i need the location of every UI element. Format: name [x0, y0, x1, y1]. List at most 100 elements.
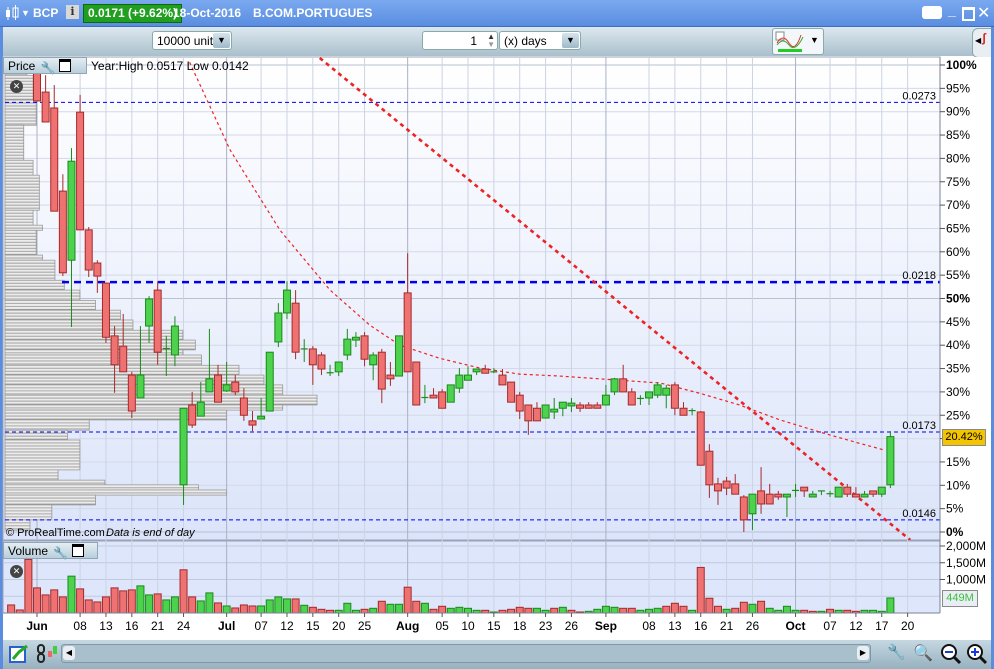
volume-profile-bar — [4, 165, 34, 170]
y-axis-label: 30% — [946, 385, 970, 399]
candle-body — [308, 348, 317, 366]
candle-body — [722, 480, 731, 489]
price-level-label: 0.0173 — [902, 420, 936, 432]
candle-body — [481, 368, 490, 374]
volume-bar — [67, 575, 76, 613]
volume-profile-bar — [4, 319, 134, 324]
candle-body — [550, 408, 559, 413]
zoom-fit-icon[interactable]: 🔍 — [913, 643, 935, 665]
y-axis-label: 75% — [946, 175, 970, 189]
volume-bar — [291, 598, 300, 613]
window-icon[interactable] — [59, 59, 72, 72]
volume-bar — [282, 598, 291, 613]
x-axis-label: 16 — [125, 619, 139, 633]
volume-bar — [179, 569, 188, 613]
window-icon[interactable] — [71, 544, 84, 557]
candle-body — [558, 401, 567, 409]
candle-body — [877, 486, 886, 495]
candle-body — [101, 282, 110, 338]
x-axis-label: 18 — [513, 619, 527, 633]
candle-body — [93, 262, 102, 277]
volume-bar — [679, 605, 688, 613]
x-axis-label: 08 — [73, 619, 87, 633]
candle-body — [851, 493, 860, 498]
candle-body — [317, 354, 326, 370]
candle-body — [843, 486, 852, 495]
volume-profile-bar — [4, 322, 134, 327]
candle-body — [67, 160, 76, 261]
volume-bar — [455, 606, 464, 613]
volume-profile-bar — [4, 189, 40, 194]
candle-body — [76, 111, 85, 231]
volume-axis-label: 1,500M — [946, 556, 986, 570]
x-axis-label: 05 — [435, 619, 449, 633]
candle-body — [515, 394, 524, 412]
volume-bar — [188, 596, 197, 613]
horizontal-scrollbar[interactable]: ◀ ▶ — [61, 644, 871, 663]
scroll-right-button[interactable]: ▶ — [857, 646, 869, 660]
x-axis-label: 26 — [565, 619, 579, 633]
close-icon[interactable]: ✕ — [10, 80, 23, 93]
candle-body — [524, 404, 533, 422]
volume-profile-bar — [4, 95, 34, 100]
volume-bar — [515, 606, 524, 613]
volume-profile-bar — [4, 198, 40, 203]
chart-arrow-icon[interactable] — [9, 643, 31, 665]
volume-profile-bar — [4, 422, 90, 427]
volume-profile-bar — [4, 504, 53, 509]
x-axis-label: 12 — [849, 619, 863, 633]
candle-body — [532, 407, 541, 422]
candle-body — [257, 415, 266, 420]
volume-profile-bar — [4, 224, 43, 229]
volume-bar — [403, 586, 412, 613]
link-icon[interactable] — [36, 643, 58, 665]
candle-body — [188, 404, 197, 426]
price-level-label: 0.0273 — [902, 90, 936, 102]
scroll-left-button[interactable]: ◀ — [63, 646, 75, 660]
volume-profile-bar — [4, 133, 25, 138]
zoom-out-icon[interactable] — [940, 643, 962, 665]
volume-bar — [886, 597, 895, 613]
volume-profile-bar — [4, 325, 134, 330]
y-axis-label: 70% — [946, 198, 970, 212]
volume-bar — [110, 587, 119, 613]
chart-settings-icon[interactable]: 🔧 — [887, 643, 909, 665]
candle-body — [153, 289, 162, 353]
candle-body — [670, 384, 679, 409]
volume-bar — [308, 606, 317, 613]
x-axis-label: 08 — [642, 619, 656, 633]
y-axis-label: 10% — [946, 478, 970, 492]
x-axis-label: 23 — [539, 619, 553, 633]
x-axis-label: 21 — [151, 619, 165, 633]
candle-body — [739, 496, 748, 521]
candle-body — [438, 391, 447, 409]
volume-profile-bar — [4, 454, 81, 459]
volume-bar — [369, 607, 378, 613]
volume-profile-bar — [4, 139, 25, 144]
candle-body — [110, 335, 119, 366]
volume-profile-bar — [4, 136, 25, 141]
volume-bar — [343, 602, 352, 613]
candle-body — [239, 397, 248, 416]
volume-bar — [386, 603, 395, 613]
volume-profile-bar — [4, 192, 40, 197]
volume-bar — [33, 587, 41, 613]
candle-body — [748, 493, 757, 515]
zoom-in-icon[interactable] — [966, 643, 988, 665]
candle-body — [627, 391, 636, 406]
close-icon[interactable]: ✕ — [10, 565, 23, 578]
volume-bar — [395, 603, 404, 613]
candle-body — [808, 493, 817, 498]
volume-profile-bar — [4, 435, 68, 440]
volume-bar — [76, 588, 85, 613]
y-axis-label: 25% — [946, 408, 970, 422]
volume-profile-bar — [4, 241, 37, 246]
volume-profile-bar — [4, 445, 81, 450]
wrench-icon[interactable]: 🔧 — [41, 60, 56, 75]
candle-body — [610, 378, 619, 393]
wrench-icon[interactable]: 🔧 — [53, 545, 68, 560]
price-chart[interactable]: 0.02730.02180.01730.0146 0%5%10%15%20%25… — [0, 0, 994, 669]
candle-body — [119, 345, 128, 373]
candle-body — [50, 107, 59, 212]
volume-profile-bar — [4, 460, 81, 465]
